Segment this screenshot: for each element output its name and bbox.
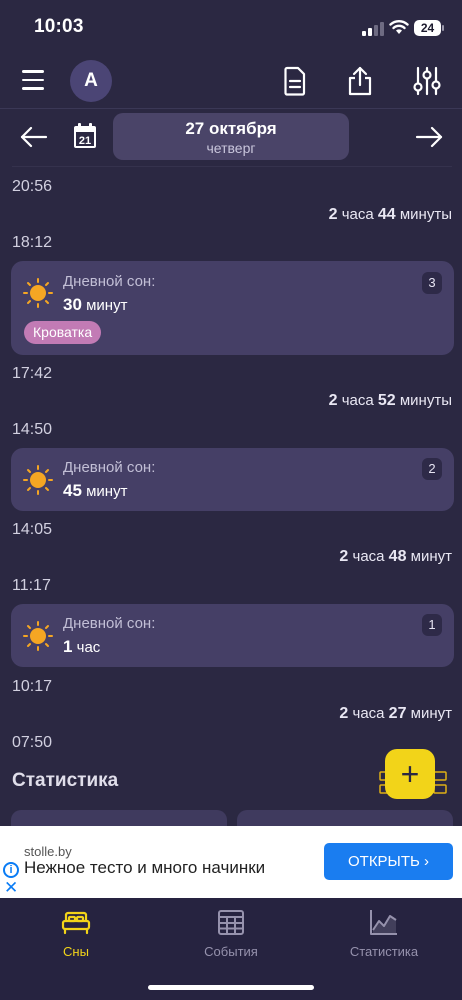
card-duration-value: 1 xyxy=(63,637,73,656)
add-event-button[interactable]: + xyxy=(385,749,435,799)
card-duration: 45 минут xyxy=(63,481,127,501)
tab-events[interactable]: События xyxy=(171,908,291,959)
tab-label: События xyxy=(204,944,258,959)
tab-sleep[interactable]: Сны xyxy=(16,908,136,959)
time-label: 10:17 xyxy=(12,678,53,695)
duration-minutes-word: минуты xyxy=(399,392,452,409)
sun-icon xyxy=(23,465,53,495)
ad-open-button[interactable]: ОТКРЫТЬ › xyxy=(324,843,453,880)
duration-hours: 2 xyxy=(328,206,338,223)
wake-duration: 2 часа 48 минут xyxy=(339,548,452,566)
ad-text: Нежное тесто и много начинки xyxy=(24,858,266,877)
sleep-number-badge: 2 xyxy=(422,458,442,480)
card-title: Дневной сон: xyxy=(63,273,156,290)
info-icon[interactable]: i xyxy=(3,862,19,878)
chart-icon xyxy=(370,910,397,935)
time-label: 14:05 xyxy=(12,521,53,538)
settings-sliders-icon[interactable] xyxy=(413,66,441,96)
duration-hours-word: часа xyxy=(352,548,385,565)
duration-minutes: 27 xyxy=(388,705,407,722)
wifi-icon xyxy=(389,20,409,34)
duration-minutes-word: минут xyxy=(410,705,452,722)
date-divider xyxy=(12,166,452,167)
duration-hours-word: часа xyxy=(341,206,374,223)
ad-banner[interactable]: i ✕ stolle.by Нежное тесто и много начин… xyxy=(0,826,462,898)
time-label: 07:50 xyxy=(12,734,53,751)
card-duration-unit: минут xyxy=(86,483,128,500)
menu-icon-line xyxy=(22,78,44,81)
sleep-card[interactable]: Дневной сон: 45 минут 2 xyxy=(11,448,454,511)
sleep-number-badge: 3 xyxy=(422,272,442,294)
sleep-card[interactable]: Дневной сон: 30 минут 3 Кроватка xyxy=(11,261,454,355)
menu-icon-line xyxy=(22,87,44,90)
ad-domain: stolle.by xyxy=(24,844,72,859)
sleep-card[interactable]: Дневной сон: 1 час 1 xyxy=(11,604,454,667)
status-bar: 10:03 24 xyxy=(0,0,462,56)
time-label: 14:50 xyxy=(12,421,53,438)
arrow-right-icon[interactable] xyxy=(414,124,444,150)
status-time: 10:03 xyxy=(34,16,84,37)
location-tag: Кроватка xyxy=(24,321,102,344)
duration-hours-word: часа xyxy=(352,705,385,722)
card-duration-value: 30 xyxy=(63,295,82,314)
top-bar: A xyxy=(0,56,462,108)
time-label: 17:42 xyxy=(12,365,53,382)
time-label: 18:12 xyxy=(12,234,53,251)
card-title: Дневной сон: xyxy=(63,459,156,476)
card-duration: 30 минут xyxy=(63,295,127,315)
sun-icon xyxy=(23,278,53,308)
signal-icon xyxy=(362,22,384,36)
share-icon[interactable] xyxy=(346,66,374,96)
wake-duration: 2 часа 52 минуты xyxy=(329,392,452,410)
arrow-left-icon[interactable] xyxy=(19,124,49,150)
duration-minutes-word: минут xyxy=(410,548,452,565)
battery-indicator: 24 xyxy=(414,20,441,36)
duration-minutes: 48 xyxy=(388,548,407,565)
sleep-number-badge: 1 xyxy=(422,614,442,636)
card-duration-unit: час xyxy=(76,639,101,656)
tab-statistics[interactable]: Статистика xyxy=(324,908,444,959)
date-selector[interactable]: 27 октября четверг xyxy=(113,113,349,160)
menu-icon-line xyxy=(22,70,44,73)
selected-weekday: четверг xyxy=(206,140,256,156)
card-title: Дневной сон: xyxy=(63,615,156,632)
card-duration-value: 45 xyxy=(63,481,82,500)
card-duration: 1 час xyxy=(63,637,100,657)
tab-label: Статистика xyxy=(349,944,419,959)
duration-hours: 2 xyxy=(339,705,349,722)
calendar-icon[interactable]: 21 xyxy=(72,122,98,150)
duration-hours-word: часа xyxy=(341,392,374,409)
close-icon[interactable]: ✕ xyxy=(4,878,18,898)
avatar[interactable]: A xyxy=(70,60,112,102)
duration-minutes: 44 xyxy=(377,206,396,223)
date-bar: 21 27 октября четверг xyxy=(0,112,462,162)
bed-icon xyxy=(61,911,91,935)
sun-icon xyxy=(23,621,53,651)
battery-nub xyxy=(442,25,444,31)
duration-minutes-word: минуты xyxy=(399,206,452,223)
calendar-day-text: 21 xyxy=(79,135,91,147)
duration-minutes: 52 xyxy=(377,392,396,409)
card-duration-unit: минут xyxy=(86,297,128,314)
statistics-title: Статистика xyxy=(12,770,119,791)
header-divider xyxy=(0,108,462,109)
home-indicator xyxy=(148,985,314,990)
selected-date: 27 октября xyxy=(185,119,277,138)
wake-duration: 2 часа 27 минут xyxy=(339,705,452,723)
tab-label: Сны xyxy=(63,944,89,959)
menu-button[interactable] xyxy=(22,70,48,92)
duration-hours: 2 xyxy=(328,392,338,409)
time-label: 20:56 xyxy=(12,178,53,195)
time-label: 11:17 xyxy=(12,577,51,594)
wake-duration: 2 часа 44 минуты xyxy=(329,206,452,224)
calendar-grid-icon xyxy=(218,910,244,935)
duration-hours: 2 xyxy=(339,548,349,565)
document-icon[interactable] xyxy=(281,66,309,96)
